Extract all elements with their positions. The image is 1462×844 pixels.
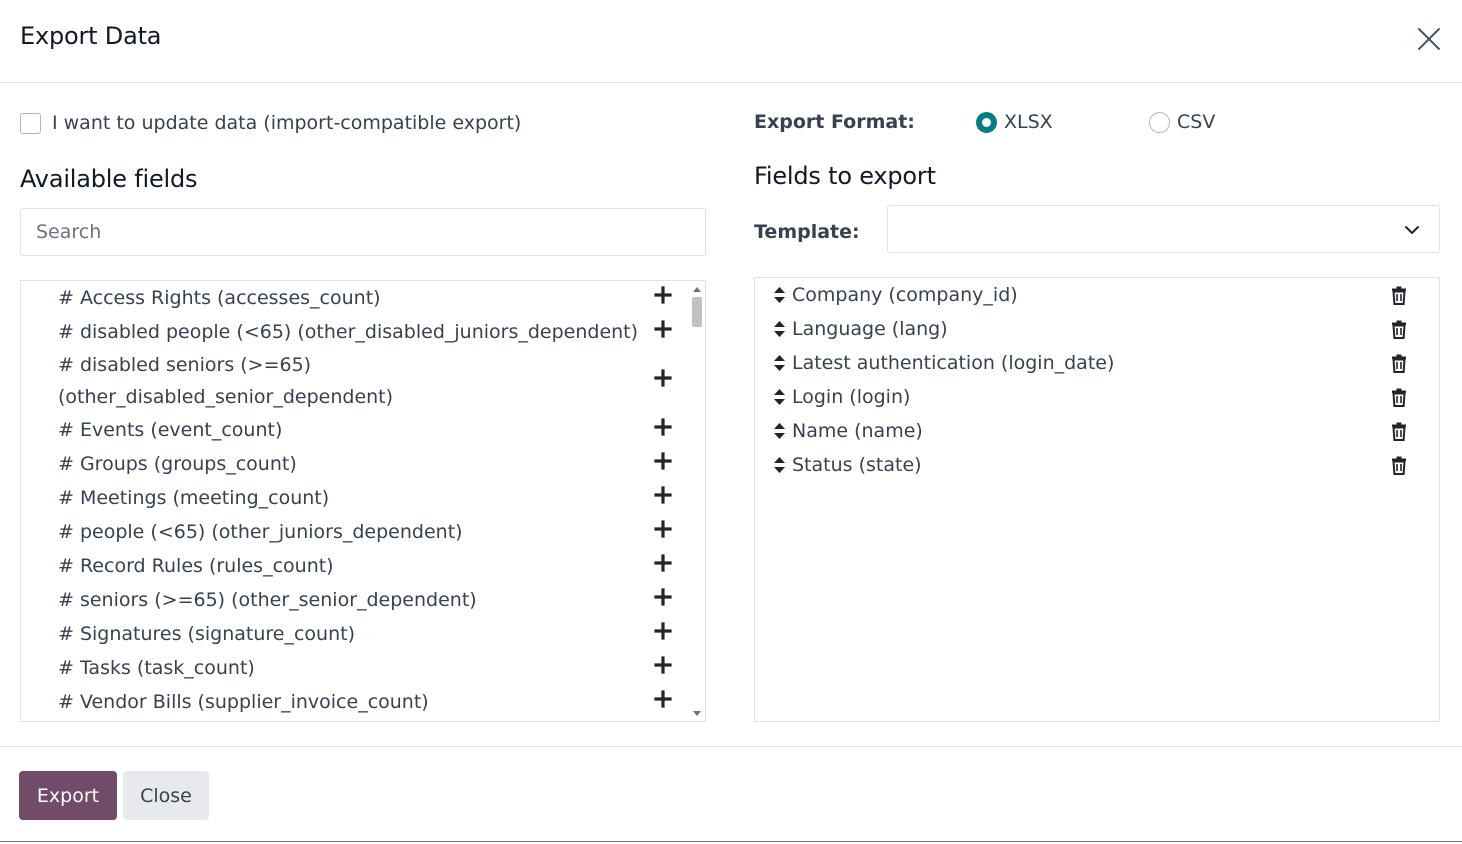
drag-handle-icon[interactable]: [773, 320, 786, 338]
add-field-plus-icon[interactable]: [643, 282, 683, 314]
drag-handle-icon[interactable]: [773, 388, 786, 406]
add-field-plus-icon[interactable]: [643, 448, 683, 480]
import-compatible-option[interactable]: I want to update data (import-compatible…: [20, 111, 521, 135]
available-field-label: # Events (event_count): [58, 419, 283, 441]
scroll-up-arrow-icon[interactable]: [693, 287, 701, 292]
export-button[interactable]: Export: [19, 771, 117, 820]
available-field-row[interactable]: # Tasks (task_count): [21, 651, 689, 685]
drag-handle-icon[interactable]: [773, 286, 786, 304]
import-compatible-label: I want to update data (import-compatible…: [52, 112, 522, 134]
available-fields-container: # Access Rights (accesses_count) # disabl…: [21, 281, 689, 719]
available-field-row[interactable]: # disabled seniors (>=65) (other_disable…: [21, 349, 689, 413]
available-field-label: # Vendor Bills (supplier_invoice_count): [58, 691, 429, 713]
available-field-row[interactable]: # Events (event_count): [21, 413, 689, 447]
available-field-row[interactable]: # Groups (groups_count): [21, 447, 689, 481]
export-format-label: Export Format:: [754, 111, 915, 133]
export-field-label: Name (name): [792, 420, 923, 442]
export-field-row[interactable]: Language (lang): [755, 312, 1439, 346]
add-field-plus-icon[interactable]: [643, 550, 683, 582]
add-field-plus-icon[interactable]: [643, 686, 683, 718]
export-field-row[interactable]: Status (state): [755, 448, 1439, 482]
available-field-label: # Tasks (task_count): [58, 657, 255, 679]
drag-handle-icon[interactable]: [773, 456, 786, 474]
available-field-row[interactable]: # Signatures (signature_count): [21, 617, 689, 651]
available-field-row[interactable]: # people (<65) (other_juniors_dependent): [21, 515, 689, 549]
available-field-row[interactable]: # Access Rights (accesses_count): [21, 281, 689, 315]
available-field-label: # Meetings (meeting_count): [58, 487, 330, 509]
available-field-row[interactable]: # Vendor Bills (supplier_invoice_count): [21, 685, 689, 719]
trash-icon[interactable]: [1389, 320, 1409, 339]
available-field-label: # Groups (groups_count): [58, 453, 297, 475]
export-field-label: Latest authentication (login_date): [792, 352, 1115, 374]
available-field-row[interactable]: # seniors (>=65) (other_senior_dependent…: [21, 583, 689, 617]
available-field-label: # people (<65) (other_juniors_dependent): [58, 521, 463, 543]
scroll-down-arrow-icon[interactable]: [693, 711, 701, 716]
add-field-plus-icon[interactable]: [643, 652, 683, 684]
radio-csv-label[interactable]: CSV: [1177, 111, 1215, 133]
available-field-row[interactable]: # disabled people (<65) (other_disabled_…: [21, 315, 689, 349]
available-field-label: # disabled seniors (>=65) (other_disable…: [58, 354, 394, 408]
add-field-plus-icon[interactable]: [643, 584, 683, 616]
template-select[interactable]: [887, 205, 1440, 253]
trash-icon[interactable]: [1389, 286, 1409, 305]
available-field-row[interactable]: # Meetings (meeting_count): [21, 481, 689, 515]
add-field-plus-icon[interactable]: [643, 414, 683, 446]
export-field-label: Status (state): [792, 454, 922, 476]
scroll-thumb[interactable]: [692, 297, 702, 327]
trash-icon[interactable]: [1389, 388, 1409, 407]
export-field-row[interactable]: Name (name): [755, 414, 1439, 448]
export-field-label: Login (login): [792, 386, 911, 408]
export-field-label: Language (lang): [792, 318, 948, 340]
available-fields-list: # Access Rights (accesses_count) # disabl…: [20, 280, 706, 722]
radio-xlsx-label[interactable]: XLSX: [1004, 111, 1053, 133]
fields-to-export-list: Company (company_id) Language (lang) Lates…: [754, 277, 1440, 722]
available-field-label: # Access Rights (accesses_count): [58, 287, 381, 309]
add-field-plus-icon[interactable]: [643, 316, 683, 348]
add-field-plus-icon[interactable]: [643, 482, 683, 514]
scrollbar[interactable]: [688, 281, 705, 721]
export-field-label: Company (company_id): [792, 284, 1018, 306]
modal-footer: Export Close: [0, 746, 1462, 842]
add-field-plus-icon[interactable]: [643, 516, 683, 548]
available-field-row[interactable]: # Record Rules (rules_count): [21, 549, 689, 583]
dialog-title: Export Data: [20, 22, 162, 50]
available-field-label: # Signatures (signature_count): [58, 623, 355, 645]
close-icon[interactable]: [1414, 24, 1444, 54]
export-field-row[interactable]: Login (login): [755, 380, 1439, 414]
fields-to-export-title: Fields to export: [754, 162, 936, 190]
radio-xlsx[interactable]: [976, 112, 997, 133]
available-field-label: # disabled people (<65) (other_disabled_…: [58, 321, 639, 343]
add-field-plus-icon[interactable]: [643, 365, 683, 397]
search-input[interactable]: [20, 208, 706, 256]
export-field-row[interactable]: Company (company_id): [755, 278, 1439, 312]
trash-icon[interactable]: [1389, 456, 1409, 475]
drag-handle-icon[interactable]: [773, 354, 786, 372]
available-field-label: # Record Rules (rules_count): [58, 555, 334, 577]
template-label: Template:: [754, 221, 860, 243]
add-field-plus-icon[interactable]: [643, 618, 683, 650]
radio-csv[interactable]: [1149, 112, 1170, 133]
chevron-down-icon: [1405, 226, 1419, 234]
export-field-row[interactable]: Latest authentication (login_date): [755, 346, 1439, 380]
available-fields-title: Available fields: [20, 165, 198, 193]
import-compatible-checkbox[interactable]: [20, 112, 41, 134]
trash-icon[interactable]: [1389, 354, 1409, 373]
available-field-label: # seniors (>=65) (other_senior_dependent…: [58, 589, 477, 611]
drag-handle-icon[interactable]: [773, 422, 786, 440]
close-button[interactable]: Close: [123, 771, 209, 820]
trash-icon[interactable]: [1389, 422, 1409, 441]
modal-header: Export Data: [0, 0, 1462, 83]
